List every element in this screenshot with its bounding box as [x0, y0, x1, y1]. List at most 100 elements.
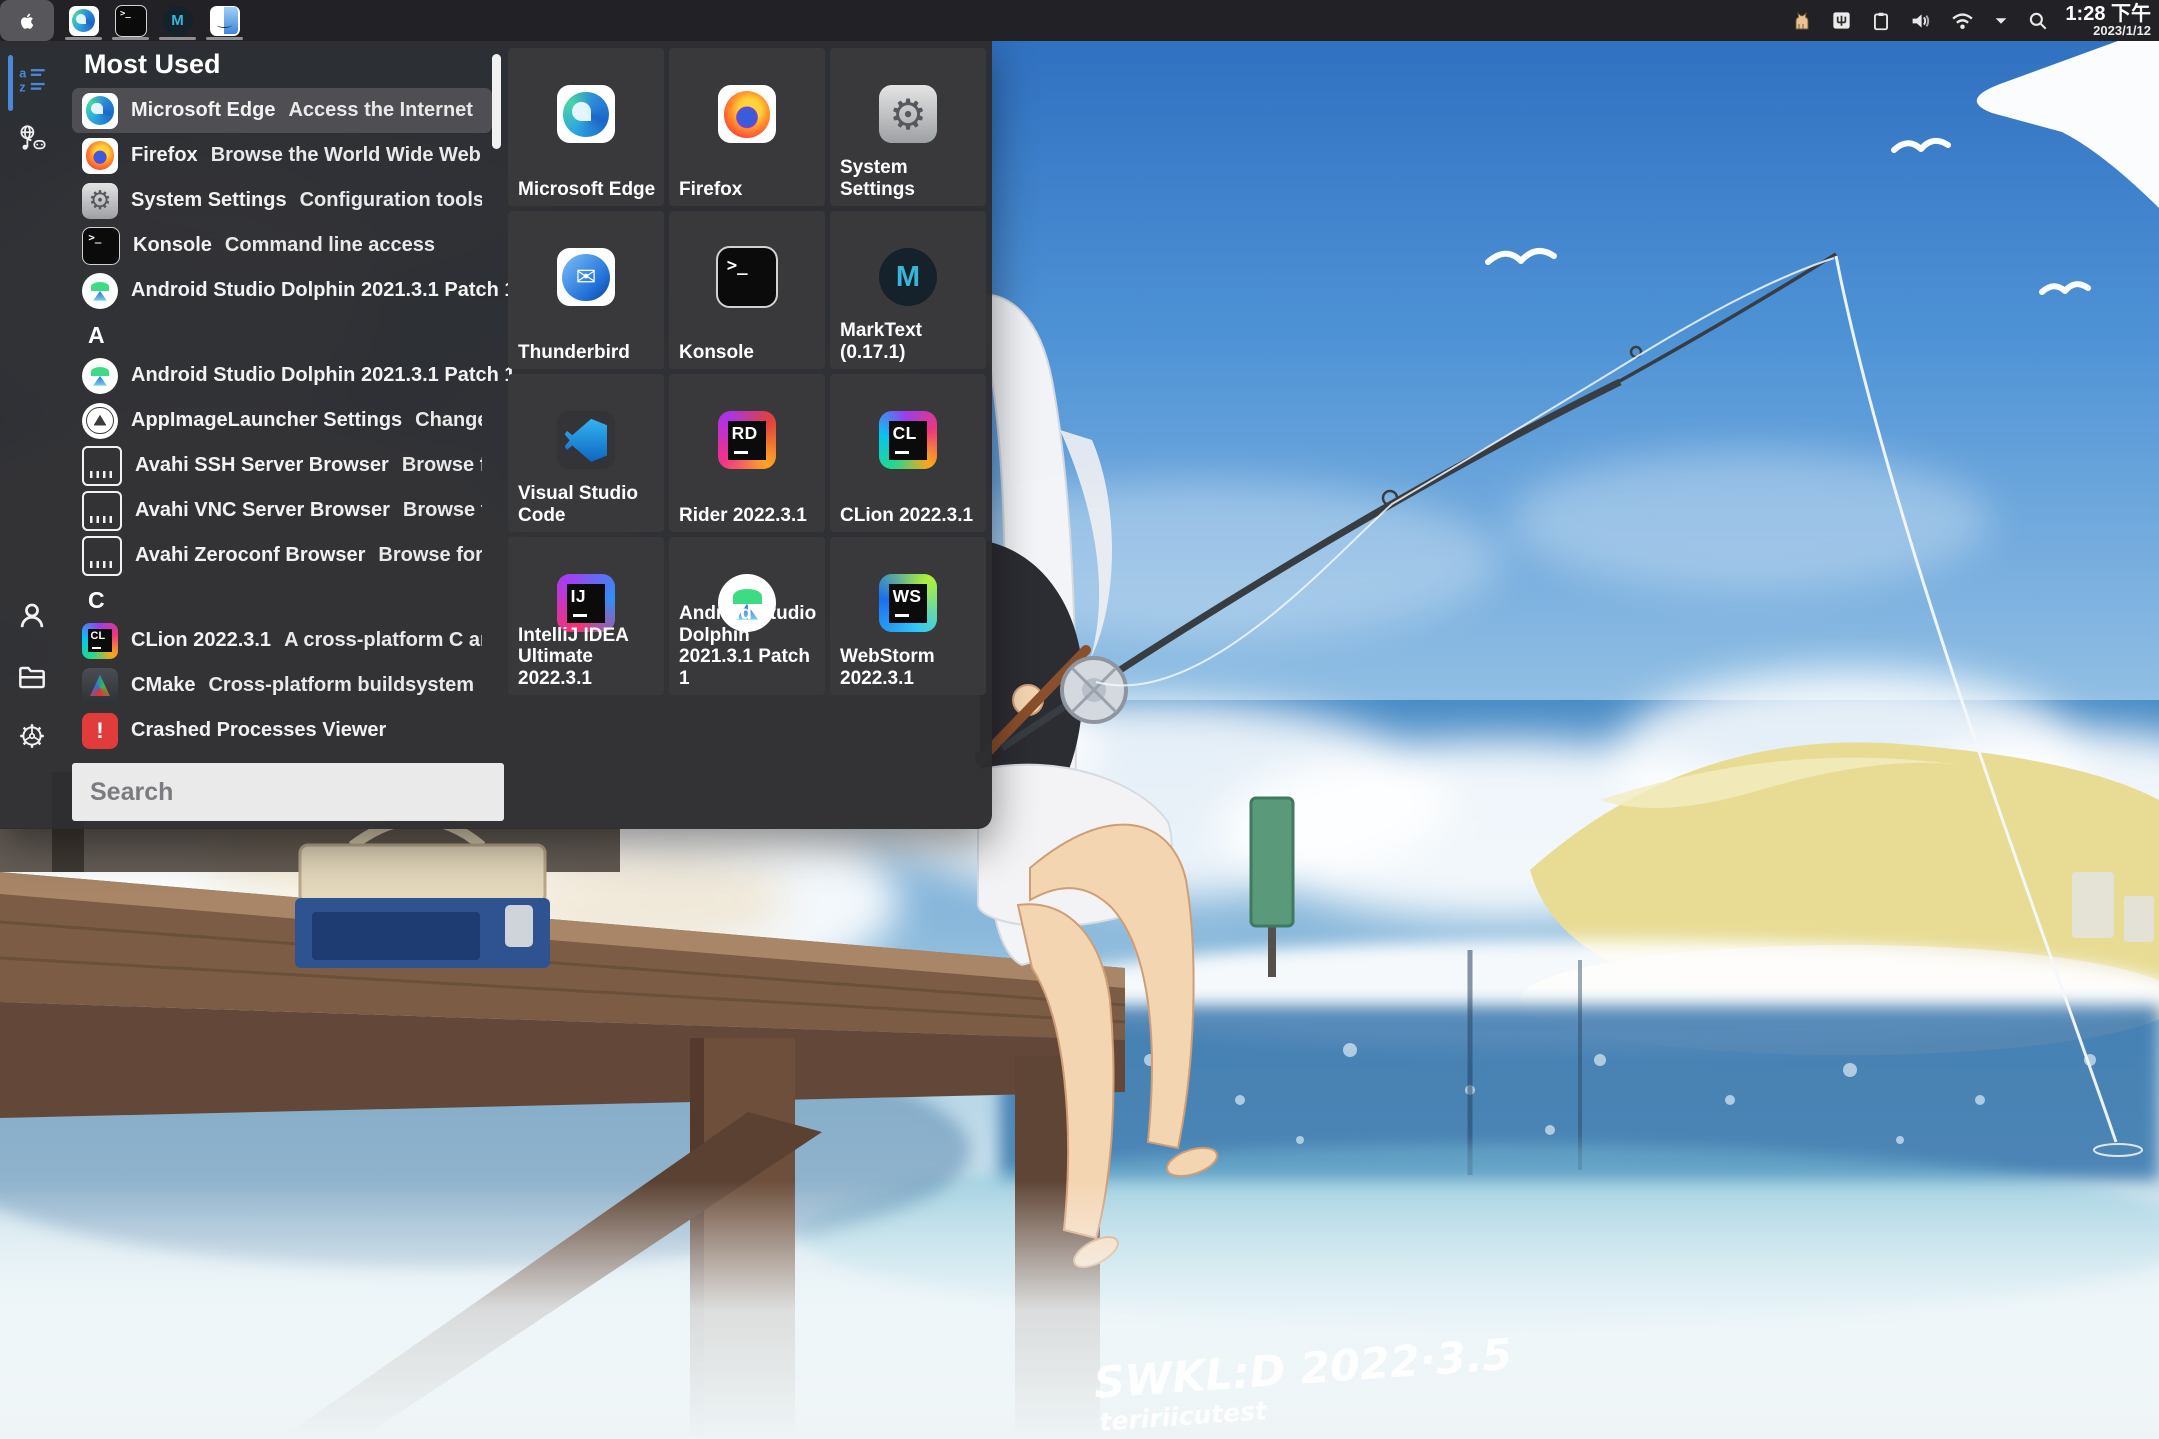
user-icon	[16, 600, 48, 632]
search-icon[interactable]	[2027, 10, 2049, 32]
app-name: Crashed Processes Viewer	[131, 719, 386, 742]
edge-icon	[557, 85, 615, 143]
grid-tile-system-settings[interactable]: System Settings	[830, 48, 986, 206]
running-indicator	[112, 37, 149, 40]
marktext-icon	[879, 248, 937, 306]
app-name: Avahi VNC Server Browser	[135, 499, 390, 522]
view-categories-button[interactable]	[15, 121, 49, 155]
app-row-system-settings[interactable]: System Settings Configuration tools fo..…	[72, 178, 492, 223]
grid-tile-intellij[interactable]: IntelliJ IDEA Ultimate 2022.3.1	[508, 537, 664, 695]
app-row-crashed-processes[interactable]: Crashed Processes Viewer	[72, 708, 492, 753]
konsole-icon	[716, 246, 778, 308]
app-row-konsole[interactable]: Konsole Command line access	[72, 223, 492, 268]
dock-item-konsole[interactable]	[107, 0, 154, 41]
volume-icon[interactable]	[1909, 9, 1933, 33]
konsole-icon	[115, 5, 147, 37]
app-description: Configuration tools fo...	[300, 189, 482, 212]
app-name: CMake	[131, 674, 195, 697]
system-settings-icon	[82, 183, 118, 219]
app-row-android-studio[interactable]: Android Studio Dolphin 2021.3.1 Patch 1	[72, 268, 492, 313]
app-row-android-studio[interactable]: Android Studio Dolphin 2021.3.1 Patch 1	[72, 353, 492, 398]
rider-icon	[718, 411, 776, 469]
system-settings-icon	[879, 85, 937, 143]
running-indicator	[159, 37, 196, 40]
app-name: Avahi Zeroconf Browser	[135, 544, 365, 567]
desktop-screen: SWKL:D 2022·3.5 teririicutest	[0, 0, 2159, 1439]
clipboard-icon[interactable]	[1870, 10, 1892, 32]
firefox-icon	[82, 138, 118, 174]
files-button[interactable]	[15, 659, 49, 693]
app-row-avahi-zeroconf[interactable]: Avahi Zeroconf Browser Browse for Ze...	[72, 533, 492, 578]
favorites-grid: Microsoft Edge Firefox System Settings T…	[508, 48, 986, 695]
tile-label: Konsole	[679, 342, 822, 363]
sort-az-icon: az	[17, 65, 47, 95]
user-button[interactable]	[15, 599, 49, 633]
app-row-cmake[interactable]: CMake Cross-platform buildsystem	[72, 663, 492, 708]
dock-item-file-manager[interactable]	[201, 0, 248, 41]
grid-tile-vscode[interactable]: Visual Studio Code	[508, 374, 664, 532]
clock-date: 2023/1/12	[2065, 24, 2151, 37]
marktext-icon	[163, 6, 193, 36]
edge-icon	[69, 6, 99, 36]
app-row-microsoft-edge[interactable]: Microsoft Edge Access the Internet	[72, 88, 492, 133]
grid-tile-clion[interactable]: CLion 2022.3.1	[830, 374, 986, 532]
tile-label: WebStorm 2022.3.1	[840, 646, 983, 689]
grid-tile-konsole[interactable]: Konsole	[669, 211, 825, 369]
running-indicator	[206, 37, 243, 40]
section-title: C	[88, 586, 492, 614]
app-name: Microsoft Edge	[131, 99, 275, 122]
app-row-firefox[interactable]: Firefox Browse the World Wide Web	[72, 133, 492, 178]
system-tray	[1789, 8, 2049, 33]
dock-item-marktext[interactable]	[154, 0, 201, 41]
launcher-rail: az	[0, 41, 64, 829]
section-title: Most Used	[84, 49, 492, 80]
apple-menu-button[interactable]	[0, 0, 54, 41]
grid-tile-marktext[interactable]: MarkText (0.17.1)	[830, 211, 986, 369]
edge-icon	[82, 93, 118, 129]
app-row-clion[interactable]: CLion 2022.3.1 A cross-platform C and ..…	[72, 618, 492, 663]
grid-tile-thunderbird[interactable]: Thunderbird	[508, 211, 664, 369]
avahi-icon	[82, 446, 122, 486]
list-scrollbar-thumb[interactable]	[492, 54, 501, 149]
grid-tile-firefox[interactable]: Firefox	[669, 48, 825, 206]
view-alphabetical-button[interactable]: az	[15, 63, 49, 97]
app-row-avahi-ssh[interactable]: Avahi SSH Server Browser Browse for ...	[72, 443, 492, 488]
section-title: A	[88, 321, 492, 349]
app-name: AppImageLauncher Settings	[131, 409, 402, 432]
app-launcher-panel: az	[0, 41, 992, 829]
running-indicator	[65, 37, 102, 40]
app-name: Android Studio Dolphin 2021.3.1 Patch 1	[131, 364, 516, 387]
tile-label: Thunderbird	[518, 342, 661, 363]
dock	[60, 0, 248, 41]
avahi-icon	[82, 491, 122, 531]
app-description: Cross-platform buildsystem	[208, 674, 474, 697]
app-name: Konsole	[133, 234, 212, 257]
tile-label: Android Studio Dolphin 2021.3.1 Patch 1	[679, 603, 822, 689]
konsole-icon	[82, 227, 120, 265]
app-row-avahi-vnc[interactable]: Avahi VNC Server Browser Browse for ...	[72, 488, 492, 533]
tile-label: System Settings	[840, 157, 983, 200]
app-list: Most Used Microsoft Edge Access the Inte…	[64, 41, 492, 753]
grid-tile-android-studio[interactable]: Android Studio Dolphin 2021.3.1 Patch 1	[669, 537, 825, 695]
input-method-icon[interactable]	[1830, 9, 1853, 32]
app-description: Browse the World Wide Web	[211, 144, 481, 167]
grid-tile-rider[interactable]: Rider 2022.3.1	[669, 374, 825, 532]
app-row-appimagelauncher[interactable]: AppImageLauncher Settings Change se...	[72, 398, 492, 443]
apple-icon	[16, 10, 38, 32]
app-name: System Settings	[131, 189, 287, 212]
cmake-icon	[82, 668, 118, 704]
clock[interactable]: 1:28 下午 2023/1/12	[2065, 4, 2151, 38]
settings-button[interactable]	[15, 719, 49, 753]
grid-tile-webstorm[interactable]: WebStorm 2022.3.1	[830, 537, 986, 695]
tile-label: Microsoft Edge	[518, 179, 661, 200]
appimagelauncher-icon	[82, 403, 118, 439]
avahi-icon	[82, 536, 122, 576]
chevron-down-icon[interactable]	[1992, 12, 2010, 30]
wifi-icon[interactable]	[1950, 8, 1975, 33]
grid-tile-microsoft-edge[interactable]: Microsoft Edge	[508, 48, 664, 206]
dock-item-edge[interactable]	[60, 0, 107, 41]
cat-tray-icon[interactable]	[1789, 9, 1813, 33]
search-input[interactable]	[72, 763, 504, 821]
app-description: Access the Internet	[288, 99, 473, 122]
vscode-icon	[557, 411, 615, 469]
